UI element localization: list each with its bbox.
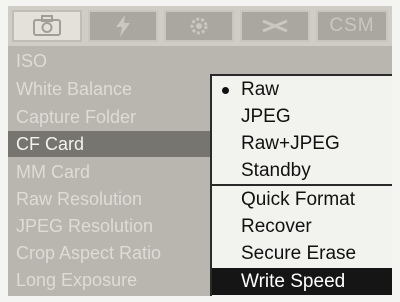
tab-bar: CSM xyxy=(8,6,392,46)
option-raw-jpeg[interactable]: Raw+JPEG xyxy=(212,130,392,157)
tab-csm[interactable]: CSM xyxy=(316,10,388,42)
menu-item-label: ISO xyxy=(16,51,48,71)
action-secure-erase[interactable]: Secure Erase xyxy=(212,240,392,267)
action-label: Secure Erase xyxy=(241,243,357,264)
action-label: Write Speed xyxy=(241,271,346,292)
camera-icon xyxy=(32,15,62,37)
option-label: Raw+JPEG xyxy=(241,133,340,154)
tab-tools[interactable] xyxy=(240,10,310,42)
wrench-icon xyxy=(260,15,290,37)
action-label: Quick Format xyxy=(241,189,356,210)
tab-csm-label: CSM xyxy=(329,15,375,36)
option-label: JPEG xyxy=(241,106,291,127)
menu-item-label: JPEG Resolution xyxy=(16,216,154,236)
camera-menu-screen: CSM ISO White Balance Capture Folder CF … xyxy=(8,6,392,296)
cf-card-popup: Raw JPEG Raw+JPEG Standby Quick Format R… xyxy=(210,74,392,296)
option-label: Raw xyxy=(241,79,280,100)
menu-item-iso[interactable]: ISO xyxy=(8,48,392,74)
selected-bullet-icon xyxy=(222,87,229,94)
gear-icon xyxy=(187,14,211,38)
menu-item-label: MM Card xyxy=(16,162,91,182)
menu-item-label: White Balance xyxy=(16,79,133,99)
option-raw[interactable]: Raw xyxy=(212,76,392,103)
action-recover[interactable]: Recover xyxy=(212,213,392,240)
action-label: Recover xyxy=(241,216,312,237)
menu-item-label: Crop Aspect Ratio xyxy=(16,243,162,263)
menu-item-label: Raw Resolution xyxy=(16,189,143,209)
tab-camera[interactable] xyxy=(12,10,82,42)
action-quick-format[interactable]: Quick Format xyxy=(212,186,392,213)
bolt-icon xyxy=(112,14,134,38)
option-standby[interactable]: Standby xyxy=(212,157,392,184)
menu-item-label: Long Exposure xyxy=(16,270,138,290)
tab-flash[interactable] xyxy=(88,10,158,42)
tab-settings[interactable] xyxy=(164,10,234,42)
menu-item-label: Capture Folder xyxy=(16,107,137,127)
option-jpeg[interactable]: JPEG xyxy=(212,103,392,130)
menu-item-label: CF Card xyxy=(16,134,85,154)
action-write-speed[interactable]: Write Speed xyxy=(212,268,392,295)
option-label: Standby xyxy=(241,160,311,181)
